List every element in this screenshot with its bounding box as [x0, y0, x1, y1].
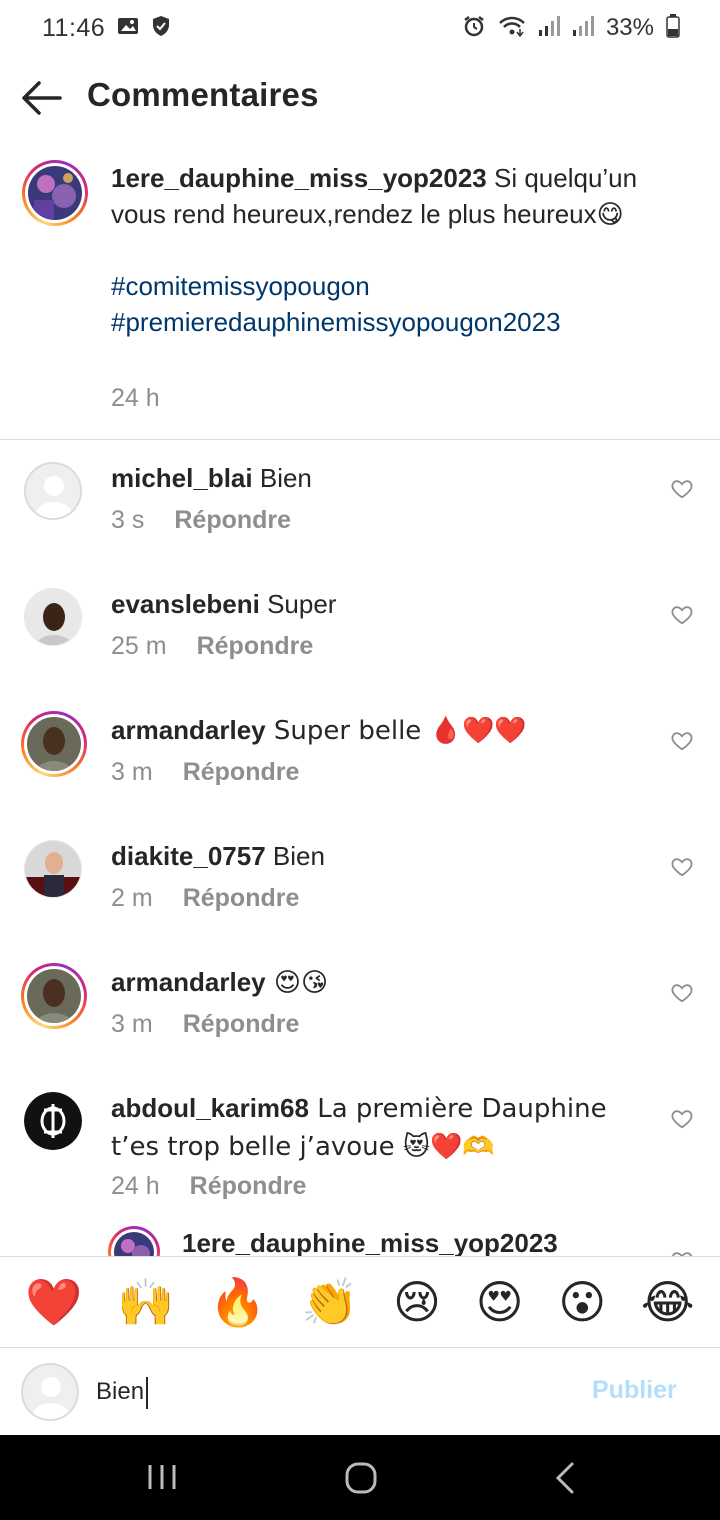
caption: 1ere_dauphine_miss_yop2023 Si quelqu’un …	[0, 150, 720, 440]
avatar[interactable]	[108, 1226, 160, 1256]
comment-username[interactable]: armandarley	[111, 715, 266, 745]
battery-percent: 33%	[605, 14, 654, 41]
comment-message: Super	[259, 589, 337, 619]
comment-meta: 2 m Répondre	[111, 884, 299, 913]
comment-username[interactable]: armandarley	[111, 967, 266, 997]
caption-text: 1ere_dauphine_miss_yop2023 Si quelqu’un …	[111, 160, 671, 340]
signal-icon	[538, 15, 560, 42]
reply-button[interactable]: Répondre	[197, 632, 314, 661]
avatar[interactable]	[24, 588, 82, 646]
comment-username[interactable]: 1ere_dauphine_miss_yop2023	[182, 1228, 558, 1256]
comment-composer: Publier	[0, 1349, 720, 1435]
shield-icon	[151, 15, 171, 42]
emoji-heart-eyes-button[interactable]: 😍	[476, 1279, 524, 1325]
comment-meta: 3 s Répondre	[111, 506, 291, 535]
comment-username[interactable]: evanslebeni	[111, 589, 260, 619]
comment-message: Bien	[265, 841, 325, 871]
comment-text: evanslebeni Super	[111, 586, 656, 623]
reply-button[interactable]: Répondre	[183, 884, 300, 913]
comment-username[interactable]: michel_blai	[111, 463, 253, 493]
comment-username[interactable]: abdoul_karim68	[111, 1093, 309, 1123]
recent-apps-icon[interactable]	[146, 1461, 178, 1498]
status-left: 11:46	[42, 14, 171, 43]
comment-text: armandarley 😍😘	[111, 964, 656, 1002]
header: Commentaires	[0, 56, 720, 138]
avatar[interactable]	[21, 963, 87, 1029]
comment-time: 3 m	[111, 1010, 153, 1038]
avatar[interactable]	[24, 462, 82, 520]
emoji-quick-bar: ❤️ 🙌 🔥 👏 😢 😍 😮 😂	[0, 1256, 720, 1348]
comment-text: michel_blai Bien	[111, 460, 656, 497]
status-right: 33%	[462, 13, 680, 43]
reply-button[interactable]: Répondre	[174, 506, 291, 535]
comment-row-partial: 1ere_dauphine_miss_yop2023	[0, 1222, 720, 1256]
comment-meta: 3 m Répondre	[111, 758, 299, 787]
back-arrow-icon[interactable]	[20, 78, 64, 118]
comment-meta: 24 h Répondre	[111, 1172, 306, 1201]
caption-time: 24 h	[111, 384, 160, 412]
emoji-laughing-button[interactable]: 😂	[641, 1279, 695, 1325]
comment-text: diakite_0757 Bien	[111, 838, 656, 875]
page-title: Commentaires	[87, 76, 319, 113]
reply-button[interactable]: Répondre	[190, 1172, 307, 1201]
status-bar: 11:46 33%	[0, 0, 720, 56]
publish-button[interactable]: Publier	[592, 1376, 677, 1405]
emoji-crying-button[interactable]: 😢	[393, 1279, 441, 1325]
like-heart-icon[interactable]	[671, 982, 693, 1004]
emoji-raising-hands-button[interactable]: 🙌	[117, 1279, 174, 1325]
caption-avatar[interactable]	[22, 160, 88, 226]
emoji-clap-button[interactable]: 👏	[301, 1279, 358, 1325]
comment-text: abdoul_karim68 La première Dauphine t’es…	[111, 1090, 656, 1166]
back-nav-icon[interactable]	[552, 1461, 578, 1500]
emoji-heart-button[interactable]: ❤️	[25, 1279, 82, 1325]
comment-message: Super belle 🩸❤️❤️	[265, 716, 527, 746]
comment-username[interactable]: diakite_0757	[111, 841, 266, 871]
comment-meta: 3 m Répondre	[111, 1010, 299, 1039]
comment-meta: 25 m Répondre	[111, 632, 313, 661]
signal-icon	[572, 15, 594, 42]
hashtag-link[interactable]: #premieredauphinemissyopougon2023	[111, 304, 671, 340]
comment-time: 3 s	[111, 506, 145, 534]
emoji-surprised-button[interactable]: 😮	[558, 1279, 606, 1325]
like-heart-icon[interactable]	[671, 730, 693, 752]
comment-text: armandarley Super belle 🩸❤️❤️	[111, 712, 656, 750]
system-nav-bar	[0, 1435, 720, 1520]
caption-username[interactable]: 1ere_dauphine_miss_yop2023	[111, 163, 487, 193]
like-heart-icon[interactable]	[671, 1108, 693, 1130]
comment-time: 2 m	[111, 884, 153, 912]
home-icon[interactable]	[344, 1461, 378, 1500]
emoji-fire-button[interactable]: 🔥	[209, 1279, 266, 1325]
avatar[interactable]	[24, 1092, 82, 1150]
avatar	[21, 1363, 79, 1421]
like-heart-icon[interactable]	[671, 604, 693, 626]
comment-message: 😍😘	[265, 968, 329, 998]
status-time: 11:46	[42, 13, 106, 42]
alarm-icon	[462, 14, 486, 43]
battery-icon	[666, 13, 680, 43]
comment-time: 24 h	[111, 1172, 160, 1200]
comment-input[interactable]	[96, 1371, 566, 1413]
reply-button[interactable]: Répondre	[183, 758, 300, 787]
text-caret	[146, 1377, 148, 1409]
avatar[interactable]	[24, 840, 82, 898]
comment-time: 25 m	[111, 632, 167, 660]
like-heart-icon[interactable]	[671, 478, 693, 500]
like-heart-icon[interactable]	[671, 856, 693, 878]
wifi-icon	[498, 15, 526, 42]
reply-button[interactable]: Répondre	[183, 1010, 300, 1039]
comment-message: Bien	[252, 463, 312, 493]
avatar[interactable]	[21, 711, 87, 777]
gallery-icon	[117, 16, 139, 41]
hashtag-link[interactable]: #comitemissyopougon	[111, 268, 671, 304]
comment-time: 3 m	[111, 758, 153, 786]
